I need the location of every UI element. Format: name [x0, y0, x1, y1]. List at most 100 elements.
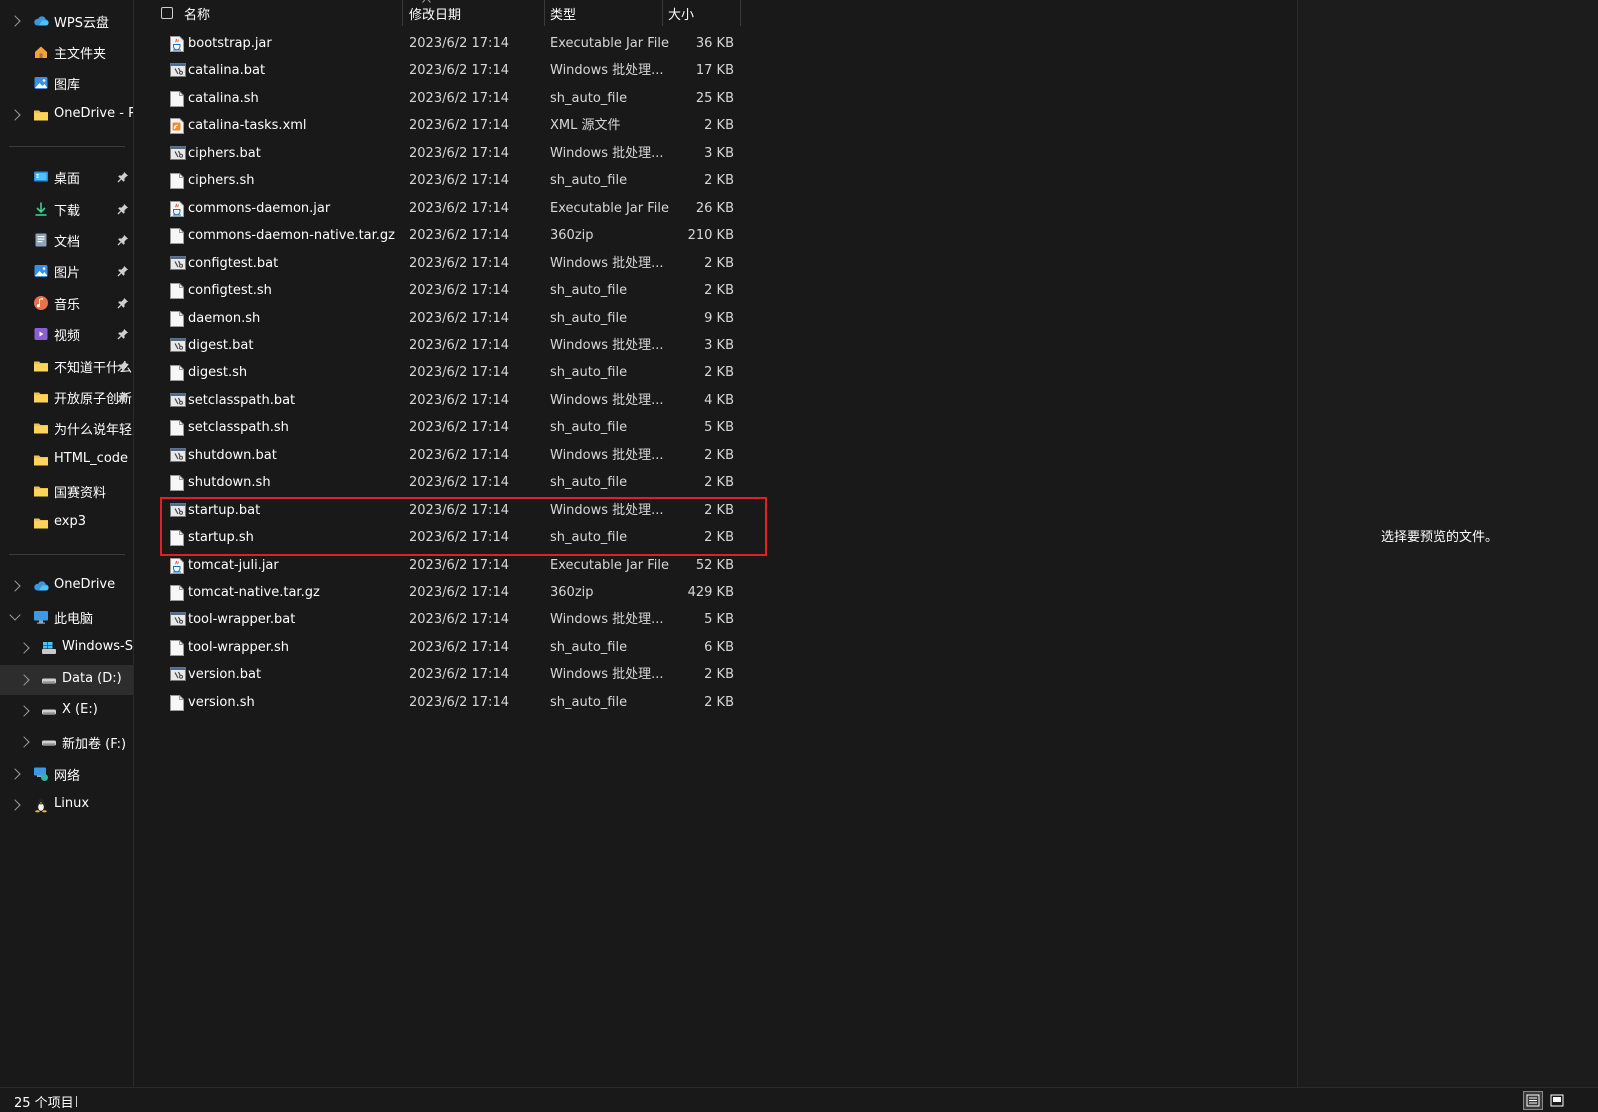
sidebar-item[interactable]: 开放原子创新 [0, 382, 133, 412]
desktop-icon [33, 169, 49, 185]
file-row[interactable]: commons-daemon-native.tar.gz 2023/6/2 17:… [160, 223, 742, 249]
file-row[interactable]: tool-wrapper.sh 2023/6/2 17:14 sh_auto_fil… [160, 635, 742, 661]
status-divider [76, 1096, 77, 1107]
file-row[interactable]: version.bat 2023/6/2 17:14 Windows 批处理... 2… [160, 662, 742, 688]
blank-file-icon [170, 90, 184, 107]
file-name: shutdown.bat [188, 447, 277, 463]
file-row[interactable]: bootstrap.jar 2023/6/2 17:14 Executable Ja… [160, 31, 742, 57]
file-row[interactable]: shutdown.bat 2023/6/2 17:14 Windows 批处理...… [160, 443, 742, 469]
expand-chevron-icon[interactable] [9, 799, 21, 811]
sidebar-item[interactable]: Windows-SS [0, 633, 133, 663]
column-size[interactable]: 大小 [668, 0, 740, 26]
sidebar-item[interactable]: WPS云盘 [0, 6, 133, 36]
sidebar-item[interactable]: 网络 [0, 759, 133, 789]
sidebar-item[interactable]: 桌面 [0, 162, 133, 192]
sidebar-item[interactable]: 视频 [0, 319, 133, 349]
expand-chevron-icon[interactable] [9, 768, 21, 780]
blank-file-icon [170, 173, 184, 190]
file-row[interactable]: shutdown.sh 2023/6/2 17:14 sh_auto_file 2 K… [160, 470, 742, 496]
sidebar-item-label: HTML_code [54, 451, 129, 466]
sidebar-item[interactable]: exp3 [0, 508, 133, 538]
sidebar-item[interactable]: 下载 [0, 194, 133, 224]
expand-chevron-icon[interactable] [18, 705, 30, 717]
column-divider[interactable] [544, 0, 545, 26]
sidebar-item[interactable]: OneDrive [0, 571, 133, 601]
file-row[interactable]: tomcat-juli.jar 2023/6/2 17:14 Executable … [160, 553, 742, 579]
file-type: Windows 批处理... [550, 392, 664, 408]
sidebar-item[interactable]: HTML_code [0, 445, 133, 475]
expand-chevron-icon[interactable] [18, 736, 30, 748]
file-row[interactable]: catalina-tasks.xml 2023/6/2 17:14 XML 源文件 2… [160, 113, 742, 139]
file-row[interactable]: ciphers.sh 2023/6/2 17:14 sh_auto_file 2 KB [160, 168, 742, 194]
file-row[interactable]: tool-wrapper.bat 2023/6/2 17:14 Windows 批处… [160, 607, 742, 633]
collapse-chevron-icon[interactable] [9, 609, 21, 621]
column-divider[interactable] [662, 0, 663, 26]
sidebar-item[interactable]: 主文件夹 [0, 37, 133, 67]
folder-icon [33, 483, 49, 499]
file-name: configtest.bat [188, 255, 279, 271]
blank-file-icon [170, 228, 184, 245]
file-row[interactable]: configtest.bat 2023/6/2 17:14 Windows 批处理.… [160, 251, 742, 277]
file-row[interactable]: setclasspath.bat 2023/6/2 17:14 Windows 批处… [160, 388, 742, 414]
file-row[interactable]: tomcat-native.tar.gz 2023/6/2 17:14 360zip… [160, 580, 742, 606]
file-type: sh_auto_file [550, 310, 628, 326]
sidebar-item-label: Data (D:) [62, 671, 122, 686]
sidebar-item[interactable]: OneDrive - Pe [0, 100, 133, 130]
file-date-modified: 2023/6/2 17:14 [409, 200, 509, 216]
file-type: sh_auto_file [550, 365, 628, 381]
drive-icon [41, 703, 57, 719]
select-all-checkbox[interactable] [161, 7, 173, 19]
file-date-modified: 2023/6/2 17:14 [409, 365, 509, 381]
file-row[interactable]: daemon.sh 2023/6/2 17:14 sh_auto_file 9 KB [160, 306, 742, 332]
file-name: ciphers.sh [188, 173, 255, 189]
column-divider[interactable] [740, 0, 741, 26]
column-date-modified[interactable]: 修改日期 [409, 0, 544, 26]
file-type: Windows 批处理... [550, 255, 664, 271]
details-view-button[interactable] [1523, 1091, 1543, 1110]
pin-icon [117, 328, 129, 340]
column-type[interactable]: 类型 [550, 0, 662, 26]
sidebar-item[interactable]: Data (D:) [0, 665, 133, 695]
file-name: digest.bat [188, 337, 254, 353]
navigation-pane[interactable]: WPS云盘主文件夹图库 OneDrive - Pe 桌面下载文档图片音乐视频不知道干… [0, 0, 134, 1087]
file-row[interactable]: setclasspath.sh 2023/6/2 17:14 sh_auto_fil… [160, 415, 742, 441]
expand-chevron-icon[interactable] [18, 642, 30, 654]
sidebar-item[interactable]: 国赛资料 [0, 476, 133, 506]
file-row[interactable]: startup.bat 2023/6/2 17:14 Windows 批处理... 2… [160, 498, 742, 524]
sidebar-item-label: 图片 [54, 266, 81, 281]
file-row[interactable]: digest.sh 2023/6/2 17:14 sh_auto_file 2 KB [160, 360, 742, 386]
expand-chevron-icon[interactable] [9, 15, 21, 27]
sidebar-item[interactable]: 此电脑 [0, 602, 133, 632]
expand-chevron-icon[interactable] [9, 109, 21, 121]
expand-chevron-icon[interactable] [9, 580, 21, 592]
file-row[interactable]: version.sh 2023/6/2 17:14 sh_auto_file 2 KB [160, 690, 742, 716]
sidebar-item[interactable]: Linux [0, 790, 133, 820]
large-icons-view-button[interactable] [1547, 1091, 1567, 1110]
file-row[interactable]: startup.sh 2023/6/2 17:14 sh_auto_file 2 KB [160, 525, 742, 551]
preview-message: 选择要预览的文件。 [1381, 530, 1499, 545]
file-row[interactable]: digest.bat 2023/6/2 17:14 Windows 批处理... 3 … [160, 333, 742, 359]
column-divider[interactable] [402, 0, 403, 26]
sidebar-item[interactable]: X (E:) [0, 696, 133, 726]
sidebar-item[interactable]: 图库 [0, 68, 133, 98]
file-row[interactable]: ciphers.bat 2023/6/2 17:14 Windows 批处理... 3… [160, 141, 742, 167]
large-icons-view-icon [1550, 1094, 1564, 1107]
sidebar-item-label: 下载 [54, 204, 81, 219]
sidebar-item[interactable]: 为什么说年轻人 [0, 413, 133, 443]
file-row[interactable]: commons-daemon.jar 2023/6/2 17:14 Executab… [160, 196, 742, 222]
expand-chevron-icon[interactable] [18, 674, 30, 686]
sidebar-item-label: 此电脑 [54, 612, 94, 627]
sidebar-item[interactable]: 不知道干什么 [0, 351, 133, 381]
sidebar-item[interactable]: 图片 [0, 256, 133, 286]
sidebar-item[interactable]: 音乐 [0, 288, 133, 318]
file-date-modified: 2023/6/2 17:14 [409, 420, 509, 436]
sidebar-item[interactable]: 文档 [0, 225, 133, 255]
file-row[interactable]: catalina.sh 2023/6/2 17:14 sh_auto_file 25 … [160, 86, 742, 112]
column-name[interactable]: 名称 [184, 0, 402, 26]
file-row[interactable]: catalina.bat 2023/6/2 17:14 Windows 批处理...… [160, 58, 742, 84]
file-row[interactable]: configtest.sh 2023/6/2 17:14 sh_auto_file 2… [160, 278, 742, 304]
file-type: 360zip [550, 585, 594, 600]
file-size: 25 KB [695, 90, 734, 106]
sidebar-item[interactable]: 新加卷 (F:) [0, 727, 133, 757]
sidebar-item-label: X (E:) [62, 702, 98, 717]
